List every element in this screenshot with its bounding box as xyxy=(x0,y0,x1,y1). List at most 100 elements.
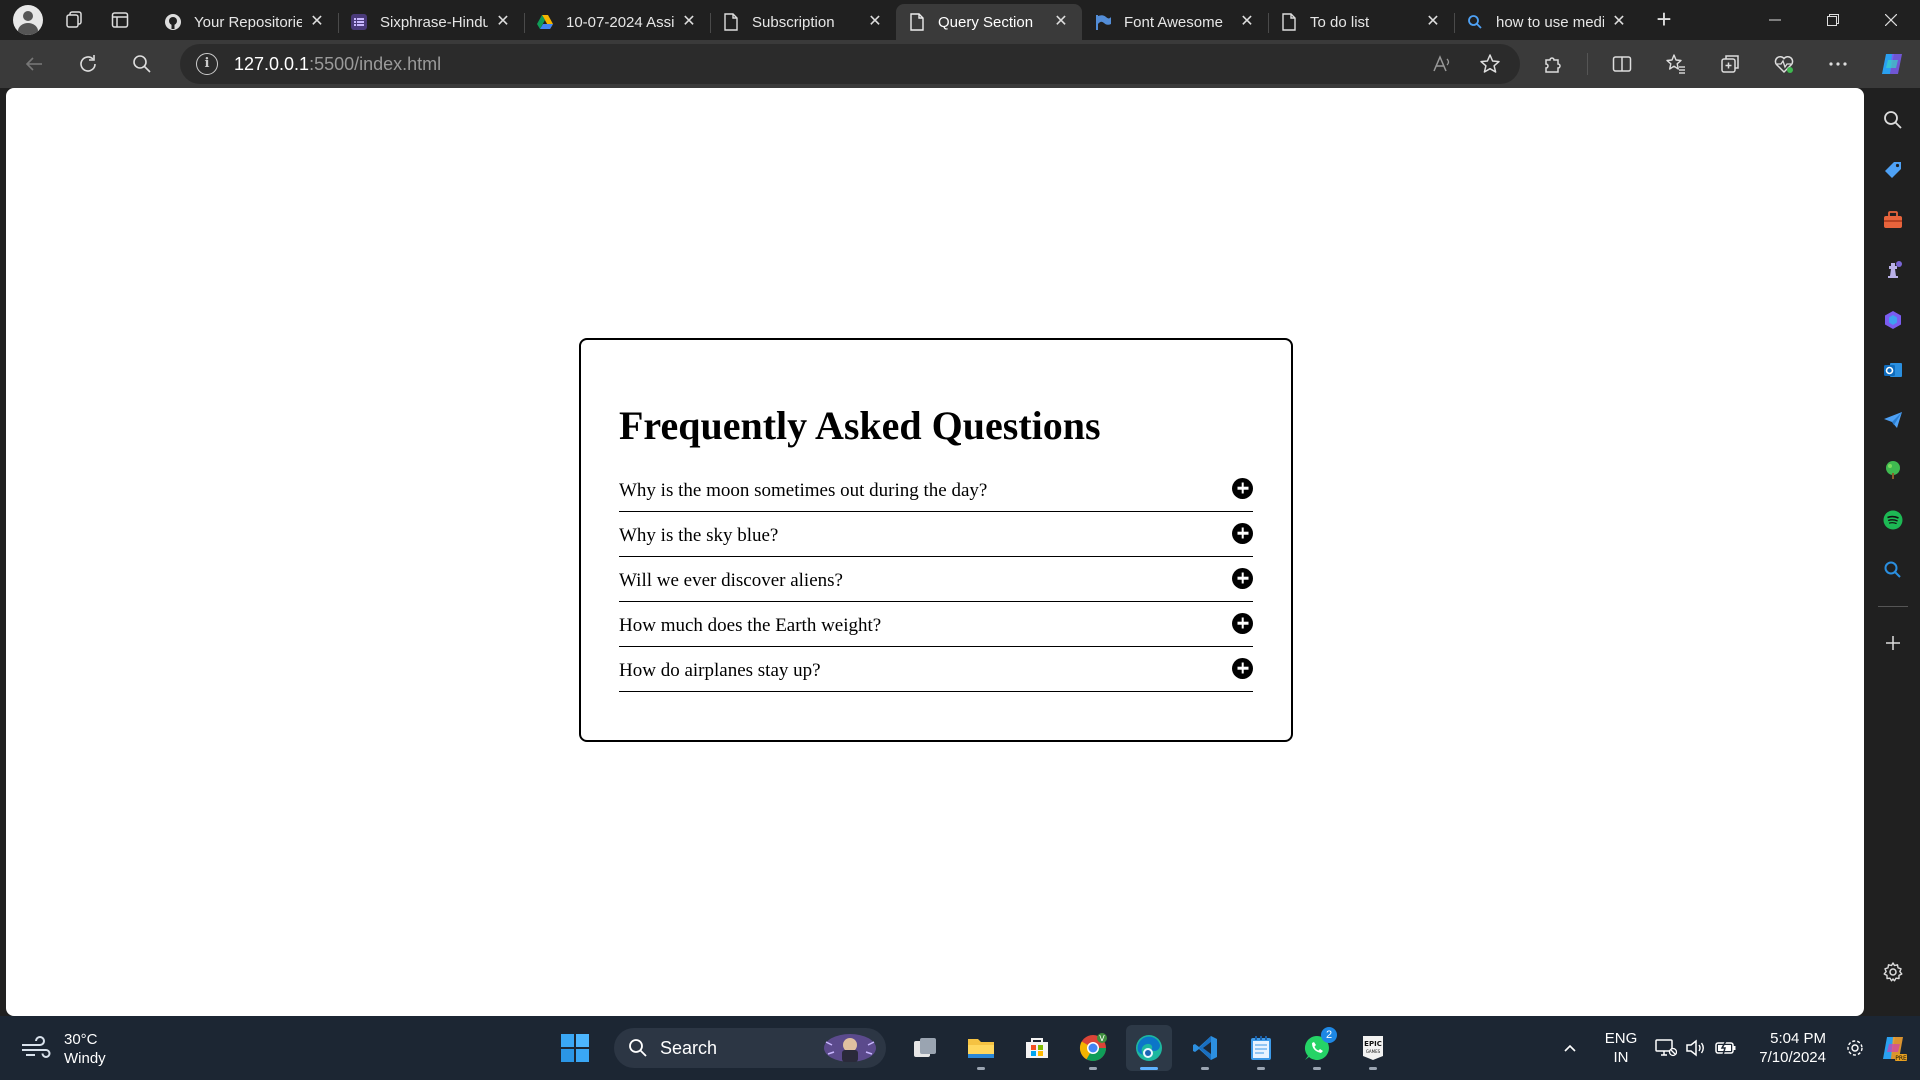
copilot-button[interactable] xyxy=(1872,46,1912,82)
start-button[interactable] xyxy=(552,1025,598,1071)
minimize-button[interactable] xyxy=(1746,0,1804,40)
tab-close-icon[interactable]: ✕ xyxy=(308,13,326,31)
close-window-button[interactable] xyxy=(1862,0,1920,40)
plus-circle-icon[interactable] xyxy=(1232,477,1253,499)
tab-how-to-use-media[interactable]: how to use media ✕ xyxy=(1454,4,1640,40)
sidebar-games-button[interactable] xyxy=(1875,252,1911,288)
vertical-tabs-button[interactable] xyxy=(102,4,138,36)
network-button[interactable] xyxy=(1651,1033,1681,1063)
battery-button[interactable] xyxy=(1711,1033,1741,1063)
site-info-icon[interactable]: i xyxy=(196,53,218,75)
speaker-icon xyxy=(1686,1039,1705,1057)
language-indicator[interactable]: ENG IN xyxy=(1605,1029,1638,1067)
taskbar-microsoft-store[interactable] xyxy=(1014,1025,1060,1071)
weather-widget[interactable]: 30°C Windy xyxy=(20,1030,106,1068)
notifications-button[interactable] xyxy=(1840,1033,1870,1063)
plus-circle-icon[interactable] xyxy=(1232,612,1253,634)
restore-button[interactable] xyxy=(1804,0,1862,40)
url-text[interactable]: 127.0.0.1:5500/index.html xyxy=(234,54,441,75)
plus-circle-icon[interactable] xyxy=(1232,522,1253,544)
new-tab-button[interactable]: + xyxy=(1646,4,1682,36)
sidebar-outlook-button[interactable] xyxy=(1875,352,1911,388)
sidebar-copilot-button[interactable] xyxy=(1875,302,1911,338)
tab-close-icon[interactable]: ✕ xyxy=(1424,13,1442,31)
tab-font-awesome[interactable]: Font Awesome ✕ xyxy=(1082,4,1268,40)
faq-item[interactable]: Why is the sky blue? xyxy=(619,512,1253,557)
back-button[interactable] xyxy=(14,46,54,82)
profile-button[interactable] xyxy=(10,4,46,36)
tab-close-icon[interactable]: ✕ xyxy=(866,13,884,31)
favorite-button[interactable] xyxy=(1470,46,1510,82)
taskbar-chrome[interactable]: V xyxy=(1070,1025,1116,1071)
tab-assignment[interactable]: 10-07-2024 Assignment ✕ xyxy=(524,4,710,40)
sidebar-telegram-button[interactable] xyxy=(1875,402,1911,438)
extensions-button[interactable] xyxy=(1533,46,1573,82)
collections-button[interactable] xyxy=(1710,46,1750,82)
plus-circle-icon[interactable] xyxy=(1232,657,1253,679)
tab-close-icon[interactable]: ✕ xyxy=(680,13,698,31)
read-aloud-icon xyxy=(1433,55,1450,72)
split-screen-icon xyxy=(1612,56,1632,72)
vscode-icon xyxy=(1193,1036,1217,1060)
sidebar-tools-button[interactable] xyxy=(1875,202,1911,238)
tab-close-icon[interactable]: ✕ xyxy=(1610,13,1628,31)
sidebar-search-button[interactable] xyxy=(1875,102,1911,138)
browser-tab-strip: Your Repositories ✕ Sixphrase-Hindusthan… xyxy=(0,0,1920,40)
workspaces-button[interactable] xyxy=(56,4,92,36)
tab-your-repositories[interactable]: Your Repositories ✕ xyxy=(152,4,338,40)
tab-list: Your Repositories ✕ Sixphrase-Hindusthan… xyxy=(152,0,1682,40)
tab-query-section[interactable]: Query Section ✕ xyxy=(896,4,1082,40)
browser-essentials-button[interactable] xyxy=(1764,46,1804,82)
url-path: :5500/index.html xyxy=(309,53,442,74)
clock-time: 5:04 PM xyxy=(1770,1030,1826,1047)
sidebar-bing-search-button[interactable] xyxy=(1875,552,1911,588)
read-aloud-button[interactable] xyxy=(1422,46,1462,82)
taskbar-edge[interactable] xyxy=(1126,1025,1172,1071)
clock[interactable]: 5:04 PM 7/10/2024 xyxy=(1759,1029,1826,1067)
sidebar-tree-button[interactable] xyxy=(1875,452,1911,488)
edge-sidebar xyxy=(1866,88,1920,1016)
taskbar-epic-games[interactable]: EPIC GAMES xyxy=(1350,1025,1396,1071)
tab-to-do-list[interactable]: To do list ✕ xyxy=(1268,4,1454,40)
taskbar-file-explorer[interactable] xyxy=(958,1025,1004,1071)
faq-item[interactable]: Will we ever discover aliens? xyxy=(619,557,1253,602)
svg-text:EPIC: EPIC xyxy=(1364,1040,1382,1048)
edge-icon xyxy=(1136,1035,1162,1061)
tab-close-icon[interactable]: ✕ xyxy=(1052,13,1070,31)
taskbar-notepad[interactable] xyxy=(1238,1025,1284,1071)
faq-item[interactable]: Why is the moon sometimes out during the… xyxy=(619,467,1253,512)
settings-more-button[interactable] xyxy=(1818,46,1858,82)
sidebar-shopping-button[interactable] xyxy=(1875,152,1911,188)
taskbar-vscode[interactable] xyxy=(1182,1025,1228,1071)
faq-item[interactable]: How do airplanes stay up? xyxy=(619,647,1253,692)
plus-circle-icon[interactable] xyxy=(1232,567,1253,589)
tab-close-icon[interactable]: ✕ xyxy=(1238,13,1256,31)
heart-pulse-icon xyxy=(1774,56,1794,74)
taskbar-task-view[interactable] xyxy=(902,1025,948,1071)
volume-button[interactable] xyxy=(1681,1033,1711,1063)
refresh-button[interactable] xyxy=(68,46,108,82)
search-icon xyxy=(1884,111,1902,129)
taskbar-search-box[interactable]: Search xyxy=(614,1028,886,1068)
search-button[interactable] xyxy=(122,46,162,82)
sidebar-spotify-button[interactable] xyxy=(1875,502,1911,538)
show-hidden-icons-button[interactable] xyxy=(1555,1033,1585,1063)
favorites-button[interactable] xyxy=(1656,46,1696,82)
tab-sixphrase[interactable]: Sixphrase-Hindusthan ✕ xyxy=(338,4,524,40)
battery-charging-icon xyxy=(1715,1040,1736,1056)
list-icon xyxy=(350,13,368,31)
sidebar-settings-button[interactable] xyxy=(1875,954,1911,990)
windy-weather-icon xyxy=(22,1036,51,1058)
address-bar[interactable]: i 127.0.0.1:5500/index.html xyxy=(180,44,1520,84)
taskbar-whatsapp[interactable]: 2 xyxy=(1294,1025,1340,1071)
chevron-up-icon xyxy=(1564,1044,1576,1052)
split-screen-button[interactable] xyxy=(1602,46,1642,82)
tab-close-icon[interactable]: ✕ xyxy=(494,13,512,31)
running-indicator xyxy=(1313,1067,1321,1070)
folder-icon xyxy=(968,1039,994,1058)
copilot-taskbar-button[interactable]: PRE xyxy=(1878,1033,1908,1063)
faq-item[interactable]: How much does the Earth weight? xyxy=(619,602,1253,647)
refresh-icon xyxy=(80,55,96,72)
sidebar-add-button[interactable] xyxy=(1875,625,1911,661)
tab-subscription[interactable]: Subscription ✕ xyxy=(710,4,896,40)
